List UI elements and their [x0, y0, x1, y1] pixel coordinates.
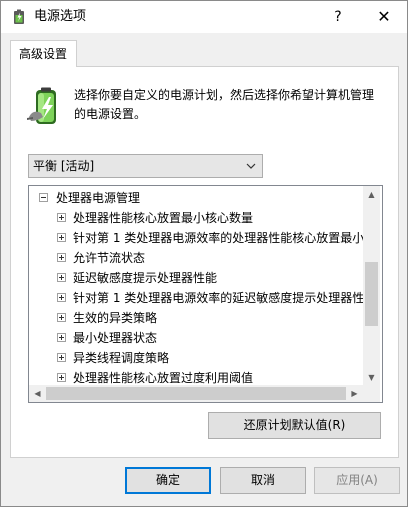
- expand-icon[interactable]: [57, 353, 66, 362]
- expand-icon[interactable]: [57, 213, 66, 222]
- tree-item-label: 生效的异类策略: [73, 311, 158, 325]
- tree-node-label: 处理器电源管理: [56, 191, 141, 205]
- ok-button[interactable]: 确定: [125, 467, 211, 494]
- chevron-down-icon: [246, 163, 256, 169]
- horizontal-scroll-thumb[interactable]: [46, 387, 346, 400]
- scrollbar-corner: [363, 385, 380, 402]
- expand-icon[interactable]: [57, 373, 66, 382]
- expand-icon[interactable]: [57, 233, 66, 242]
- tree-item-label: 异类线程调度策略: [73, 351, 170, 365]
- expand-icon[interactable]: [57, 253, 66, 262]
- battery-icon: [27, 87, 56, 124]
- cancel-button[interactable]: 取消: [220, 467, 306, 494]
- help-button[interactable]: ?: [321, 1, 355, 33]
- collapse-icon[interactable]: [39, 193, 48, 202]
- expand-icon[interactable]: [57, 293, 66, 302]
- tree-item-label: 允许节流状态: [73, 251, 146, 265]
- vertical-scroll-thumb[interactable]: [365, 262, 378, 326]
- tree-item-label: 处理器性能核心放置最小核心数量: [73, 211, 254, 225]
- power-plan-value: 平衡 [活动]: [33, 159, 95, 173]
- apply-button[interactable]: 应用(A): [314, 467, 400, 494]
- scroll-left-arrow-icon[interactable]: ◀: [29, 385, 46, 402]
- scroll-up-arrow-icon[interactable]: ▲: [363, 186, 380, 203]
- scroll-right-arrow-icon[interactable]: ▶: [346, 385, 363, 402]
- title-bar: 电源选项 ? ✕: [1, 1, 407, 33]
- tree-item-label: 最小处理器状态: [73, 331, 158, 345]
- expand-icon[interactable]: [57, 333, 66, 342]
- power-plan-dropdown[interactable]: 平衡 [活动]: [28, 154, 263, 178]
- tree-item-label: 针对第 1 类处理器电源效率的延迟敏感度提示处理器性: [73, 291, 365, 305]
- description-text: 选择你要自定义的电源计划，然后选择你希望计算机管理的电源设置。: [74, 88, 375, 121]
- window-title: 电源选项: [34, 9, 87, 24]
- power-options-icon: [14, 9, 24, 24]
- close-button[interactable]: ✕: [361, 1, 407, 33]
- tab-label: 高级设置: [19, 47, 68, 61]
- vertical-scrollbar[interactable]: ▲ ▼: [363, 186, 380, 386]
- horizontal-scrollbar[interactable]: ◀ ▶: [29, 385, 363, 402]
- scroll-down-arrow-icon[interactable]: ▼: [363, 369, 380, 386]
- tree-item-label: 延迟敏感度提示处理器性能: [73, 271, 218, 285]
- expand-icon[interactable]: [57, 313, 66, 322]
- expand-icon[interactable]: [57, 273, 66, 282]
- power-options-window: 电源选项 ? ✕ 高级设置 选择你要自定义的电源计划，然后选择你希望计算机管理的…: [0, 0, 408, 507]
- tree-item-label: 针对第 1 类处理器电源效率的处理器性能核心放置最小: [73, 231, 365, 245]
- tab-advanced-settings[interactable]: 高级设置: [10, 40, 77, 67]
- restore-defaults-button[interactable]: 还原计划默认值(R): [208, 412, 381, 439]
- power-settings-tree[interactable]: 处理器电源管理 处理器性能核心放置最小核心数量 针对第 1 类处理器电源效率的处…: [28, 185, 383, 403]
